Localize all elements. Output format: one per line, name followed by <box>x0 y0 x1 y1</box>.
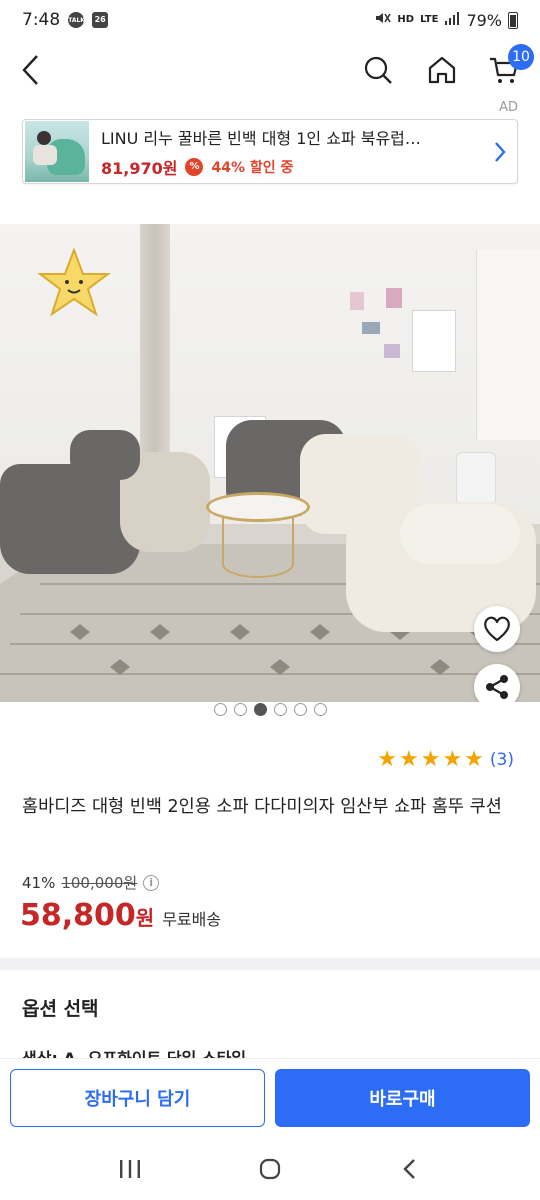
back-nav-icon <box>403 1159 415 1179</box>
ad-thumbnail <box>25 121 89 182</box>
home-icon <box>428 56 456 84</box>
table-base <box>222 516 294 578</box>
product-title: 홈바디즈 대형 빈백 2인용 소파 다다미의자 임산부 쇼파 홈뚜 쿠션 <box>22 797 502 817</box>
star-icon: ★ <box>398 747 419 772</box>
status-left: 7:48 TALK 26 <box>22 10 109 30</box>
original-price: 100,000원 <box>61 874 138 892</box>
share-icon <box>486 675 508 699</box>
talk-icon: TALK <box>68 12 85 28</box>
search-button[interactable] <box>358 50 398 90</box>
wall-photo <box>362 322 380 334</box>
heart-icon <box>484 616 510 642</box>
signal-icon <box>444 10 460 30</box>
mute-icon <box>373 9 392 31</box>
star-icon: ★ <box>377 747 397 772</box>
sofa-dark <box>0 464 140 574</box>
home-button[interactable] <box>422 50 462 90</box>
cart-count-badge: 10 <box>508 44 534 70</box>
calendar-icon: 26 <box>92 12 109 28</box>
ad-price: 81,970원 <box>101 158 178 178</box>
ad-price-row: 81,970원 % 44% 할인 중 <box>101 155 483 179</box>
back-nav-button[interactable] <box>380 1149 440 1189</box>
home-circle-icon <box>259 1158 281 1180</box>
star-icon: ★ <box>420 747 441 772</box>
wall-photo <box>386 288 402 308</box>
review-count-link[interactable]: (3) <box>490 750 514 770</box>
discount-rate: 41% <box>22 873 56 892</box>
back-arrow-icon <box>22 55 38 85</box>
wishlist-button[interactable] <box>474 606 520 652</box>
product-image[interactable] <box>0 224 540 702</box>
ad-title: LINU 리누 꿀바른 빈백 대형 1인 쇼파 북유럽… <box>101 128 421 148</box>
option-section-title: 옵션 선택 <box>22 998 99 1020</box>
info-icon[interactable]: i <box>143 874 160 891</box>
pagination-dot[interactable] <box>233 703 247 716</box>
hanging-cloth <box>476 250 540 440</box>
pagination-dot[interactable] <box>213 703 227 716</box>
ad-text: LINU 리누 꿀바른 빈백 대형 1인 쇼파 북유럽… 81,970원 % 4… <box>89 125 483 179</box>
rating[interactable]: ★ ★ ★ ★ ★ (3) <box>377 748 514 772</box>
discount-percent-icon: % <box>185 157 204 176</box>
section-divider <box>0 958 540 970</box>
back-button[interactable] <box>10 50 50 90</box>
hd-voice-indicator: HD <box>397 14 415 25</box>
status-time: 7:48 <box>22 10 61 30</box>
shipping-label: 무료배송 <box>162 910 222 929</box>
status-bar: 7:48 TALK 26 HD LTE 79% <box>0 0 540 40</box>
star-wall-decal <box>37 247 111 317</box>
wall-photo <box>384 344 400 358</box>
pagination-dot-active[interactable] <box>253 703 267 716</box>
image-pagination <box>0 703 540 717</box>
pagination-dot[interactable] <box>273 703 287 716</box>
cart-button[interactable]: 10 <box>484 44 534 90</box>
app-header: 10 <box>0 40 540 100</box>
sofa-dark-back <box>70 430 140 480</box>
system-nav-bar <box>0 1138 540 1200</box>
price-row: 58,800원 무료배송 <box>20 898 221 933</box>
price-meta: 41% 100,000원 i <box>22 872 160 893</box>
battery-text: 79% <box>466 10 502 30</box>
wall-poster <box>412 310 456 372</box>
buy-now-button[interactable]: 바로구매 <box>275 1069 530 1127</box>
star-icon: ★ <box>442 747 463 772</box>
sale-price-unit: 원 <box>135 906 155 930</box>
armchair-back <box>400 504 520 564</box>
battery-icon <box>508 11 518 29</box>
add-to-cart-button[interactable]: 장바구니 담기 <box>10 1069 265 1127</box>
ad-banner[interactable]: LINU 리누 꿀바른 빈백 대형 1인 쇼파 북유럽… 81,970원 % 4… <box>22 119 518 184</box>
wall-photo <box>350 292 364 310</box>
chevron-right-icon <box>483 140 517 164</box>
pagination-dot[interactable] <box>313 703 327 716</box>
share-button[interactable] <box>474 664 520 702</box>
recent-apps-button[interactable] <box>100 1149 160 1189</box>
ad-discount: 44% 할인 중 <box>211 159 294 176</box>
star-icon: ★ <box>464 747 484 772</box>
home-nav-button[interactable] <box>240 1149 300 1189</box>
sale-price: 58,800 <box>20 898 136 933</box>
recent-apps-icon <box>120 1160 140 1178</box>
pagination-dot[interactable] <box>293 703 307 716</box>
lte-indicator: LTE <box>420 14 439 25</box>
ad-label: AD <box>499 100 518 115</box>
search-icon <box>364 56 392 84</box>
status-right: HD LTE 79% <box>373 9 518 31</box>
bottom-action-bar: 장바구니 담기 바로구매 <box>0 1058 540 1138</box>
